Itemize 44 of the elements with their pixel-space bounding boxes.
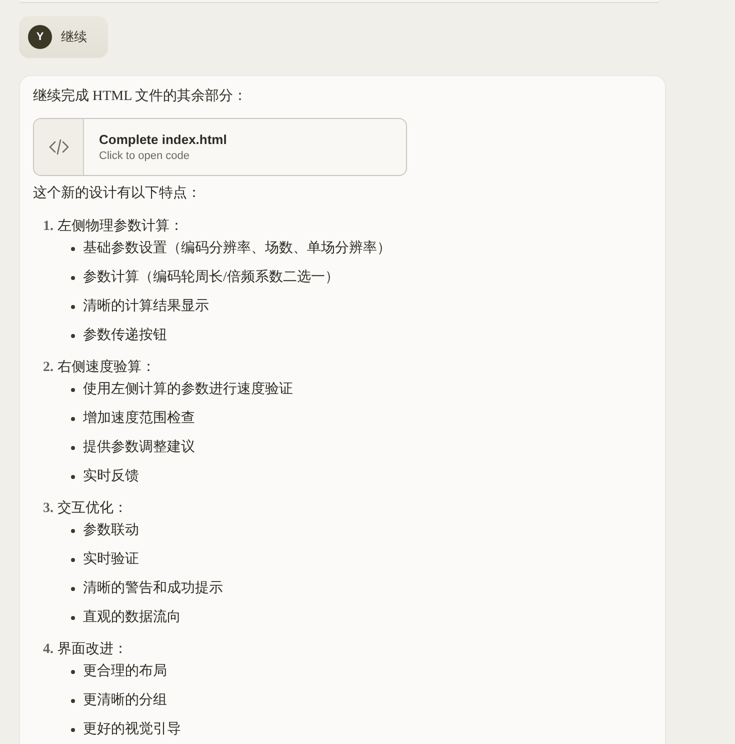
bullet-icon (71, 587, 75, 591)
bullet-icon (71, 334, 75, 338)
list-item-text: 实时反馈 (83, 467, 139, 486)
list-number: 3. (43, 500, 54, 518)
bullet-icon (71, 417, 75, 421)
list-item-text: 清晰的警告和成功提示 (83, 579, 223, 598)
user-message-text: 继续 (61, 28, 87, 46)
bullet-icon (71, 529, 75, 533)
user-avatar: Y (28, 25, 52, 49)
list-number: 2. (43, 359, 54, 377)
list-item-text: 参数计算（编码轮周长/倍频系数二选一） (83, 268, 339, 287)
list-item-text: 使用左侧计算的参数进行速度验证 (83, 380, 293, 399)
list-item-text: 增加速度范围检查 (83, 409, 195, 428)
list-number: 4. (43, 641, 54, 659)
bullet-icon (71, 388, 75, 392)
list-item-text: 参数传递按钮 (83, 326, 167, 345)
bullet-icon (71, 247, 75, 251)
summary-text: 这个新的设计有以下特点： (33, 184, 202, 203)
list-number: 1. (43, 218, 54, 236)
list-item-text: 提供参数调整建议 (83, 438, 195, 457)
list-item-text: 清晰的计算结果显示 (83, 298, 209, 316)
list-item-text: 参数联动 (83, 522, 139, 540)
list-item-text: 更好的视觉引导 (83, 720, 181, 739)
section-heading: 交互优化： (58, 499, 128, 518)
bullet-icon (71, 475, 75, 479)
list-item-text: 更合理的布局 (83, 662, 167, 681)
section-heading: 左侧物理参数计算： (58, 218, 184, 236)
bullet-icon (71, 276, 75, 280)
bullet-icon (71, 305, 75, 309)
bullet-icon (71, 670, 75, 674)
section-heading: 界面改进： (58, 640, 128, 659)
code-icon (48, 139, 68, 155)
list-item-text: 基础参数设置（编码分辨率、场数、单场分辨率） (83, 239, 391, 258)
bullet-icon (71, 558, 75, 562)
bullet-icon (71, 699, 75, 703)
list-item-text: 直观的数据流向 (83, 608, 181, 627)
bullet-icon (71, 728, 75, 732)
bullet-icon (71, 446, 75, 450)
response-intro-text: 继续完成 HTML 文件的其余部分： (33, 87, 248, 106)
list-item-text: 实时验证 (83, 550, 139, 569)
bullet-icon (71, 616, 75, 620)
section-heading: 右侧速度验算： (58, 358, 156, 377)
list-item-text: 更清晰的分组 (83, 692, 167, 710)
artifact-card[interactable]: Complete index.html Click to open code (33, 118, 407, 176)
